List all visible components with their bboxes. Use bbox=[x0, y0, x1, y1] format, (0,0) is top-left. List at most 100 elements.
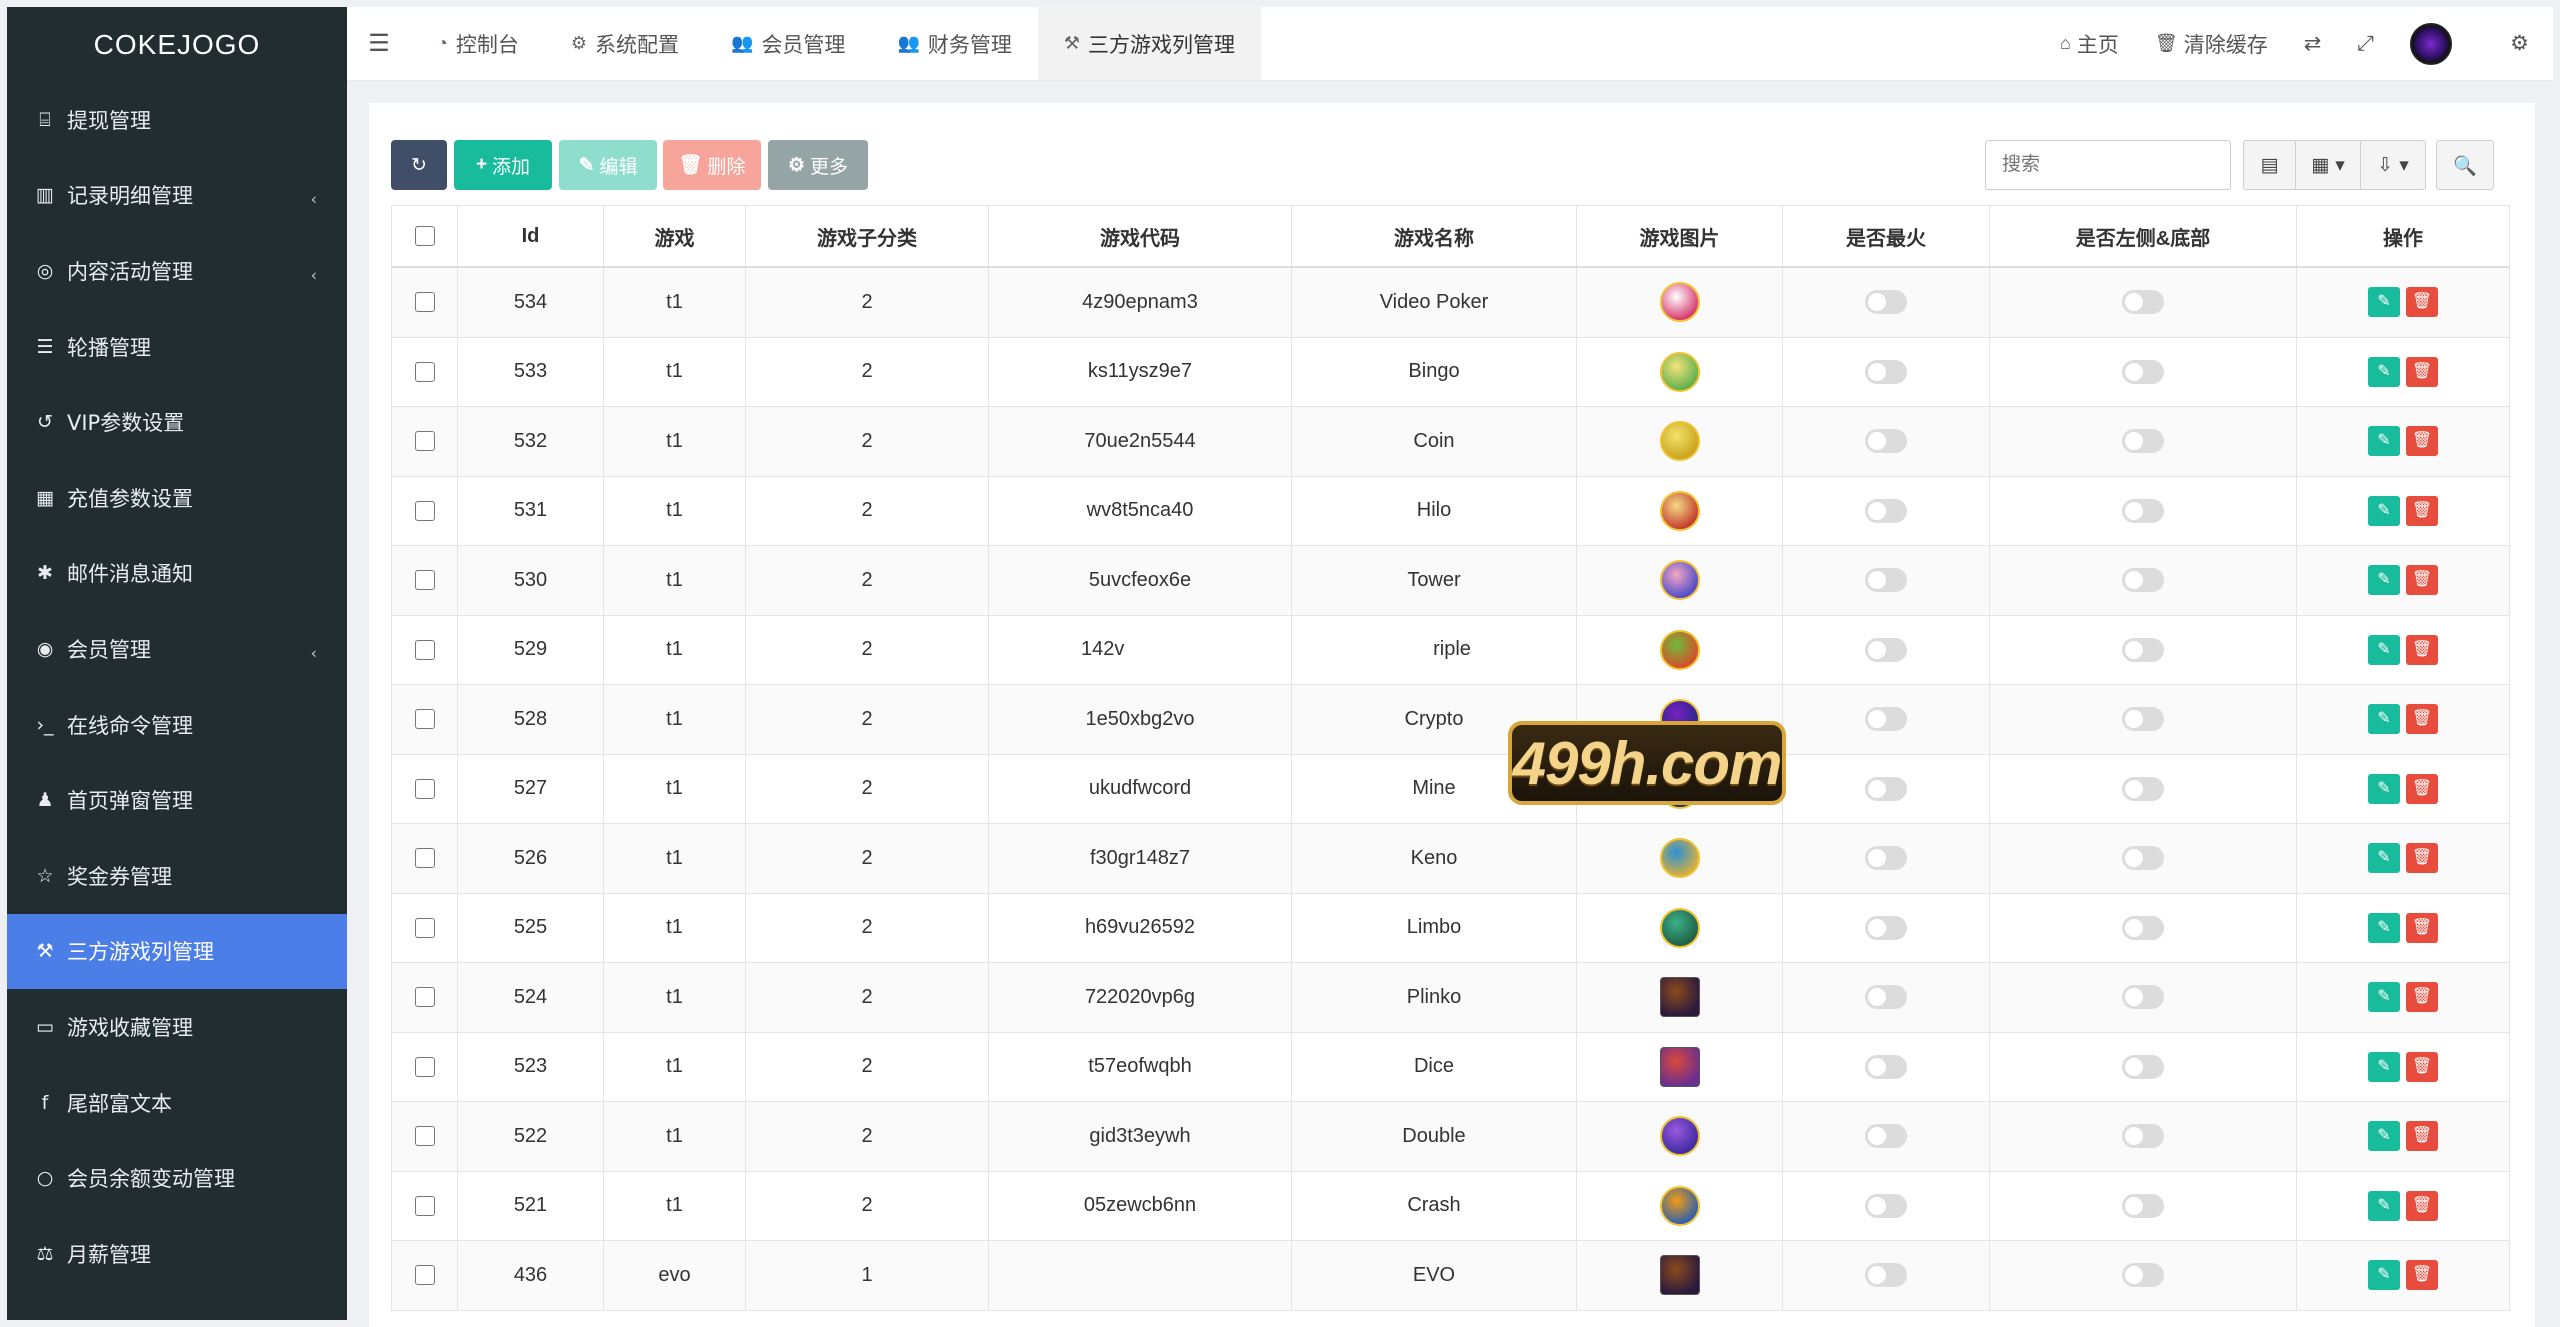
row-delete-button[interactable]: 🗑 bbox=[2406, 287, 2438, 318]
row-delete-button[interactable]: 🗑 bbox=[2406, 1051, 2438, 1082]
game-thumbnail[interactable] bbox=[1659, 907, 1700, 948]
side-toggle[interactable] bbox=[2122, 776, 2164, 801]
row-delete-button[interactable]: 🗑 bbox=[2406, 1190, 2438, 1221]
sidebar-item-3[interactable]: ☰ 轮播管理 bbox=[7, 309, 347, 385]
table-row[interactable]: 534 t1 2 4z90epnam3 Video Poker ✎ 🗑 bbox=[391, 266, 2510, 338]
column-header[interactable]: 是否最火 bbox=[1782, 205, 1990, 268]
side-toggle[interactable] bbox=[2122, 915, 2164, 940]
add-button[interactable]: + 添加 bbox=[454, 140, 552, 190]
table-row[interactable]: 436 evo 1 EVO ✎ 🗑 bbox=[391, 1240, 2510, 1311]
row-delete-button[interactable]: 🗑 bbox=[2406, 356, 2438, 387]
row-checkbox[interactable] bbox=[414, 639, 435, 660]
home-link[interactable]: ⌂ 主页 bbox=[2042, 29, 2137, 59]
sidebar-item-5[interactable]: ▦ 充值参数设置 bbox=[7, 460, 347, 536]
row-checkbox[interactable] bbox=[414, 431, 435, 452]
hot-toggle[interactable] bbox=[1865, 290, 1907, 315]
side-toggle[interactable] bbox=[2122, 846, 2164, 871]
row-delete-button[interactable]: 🗑 bbox=[2406, 426, 2438, 457]
clear-cache-link[interactable]: 🗑 清除缓存 bbox=[2137, 29, 2286, 59]
game-thumbnail[interactable] bbox=[1659, 282, 1700, 323]
sidebar-item-0[interactable]: ⌸ 提现管理 bbox=[7, 82, 347, 158]
hot-toggle[interactable] bbox=[1865, 846, 1907, 871]
row-checkbox[interactable] bbox=[414, 848, 435, 869]
sidebar-item-8[interactable]: ›_ 在线命令管理 bbox=[7, 687, 347, 763]
game-thumbnail[interactable] bbox=[1659, 1116, 1700, 1157]
side-toggle[interactable] bbox=[2122, 637, 2164, 662]
row-edit-button[interactable]: ✎ bbox=[2368, 773, 2400, 804]
row-delete-button[interactable]: 🗑 bbox=[2406, 495, 2438, 526]
hot-toggle[interactable] bbox=[1865, 498, 1907, 523]
row-checkbox[interactable] bbox=[414, 361, 435, 382]
side-toggle[interactable] bbox=[2122, 1263, 2164, 1288]
sidebar-item-2[interactable]: ◎ 内容活动管理 ‹ bbox=[7, 233, 347, 309]
sidebar-item-7[interactable]: ◉ 会员管理 ‹ bbox=[7, 611, 347, 687]
row-edit-button[interactable]: ✎ bbox=[2368, 982, 2400, 1013]
game-thumbnail[interactable] bbox=[1659, 490, 1700, 531]
sidebar-item-4[interactable]: ↺ VIP参数设置 bbox=[7, 384, 347, 460]
sidebar-item-15[interactable]: ⚖ 月薪管理 bbox=[7, 1216, 347, 1292]
row-edit-button[interactable]: ✎ bbox=[2368, 912, 2400, 943]
row-checkbox[interactable] bbox=[414, 917, 435, 938]
hot-toggle[interactable] bbox=[1865, 429, 1907, 454]
column-header[interactable]: 游戏子分类 bbox=[745, 205, 989, 268]
advanced-search-button[interactable]: 🔍 bbox=[2436, 140, 2494, 190]
row-checkbox[interactable] bbox=[414, 778, 435, 799]
row-delete-button[interactable]: 🗑 bbox=[2406, 982, 2438, 1013]
sidebar-item-14[interactable]: ○ 会员余额变动管理 bbox=[7, 1140, 347, 1216]
row-edit-button[interactable]: ✎ bbox=[2368, 1260, 2400, 1291]
hot-toggle[interactable] bbox=[1865, 707, 1907, 732]
game-thumbnail[interactable] bbox=[1659, 351, 1700, 392]
row-checkbox[interactable] bbox=[414, 709, 435, 730]
column-header[interactable]: Id bbox=[457, 205, 604, 268]
column-header[interactable]: 游戏代码 bbox=[988, 205, 1292, 268]
row-checkbox[interactable] bbox=[414, 1195, 435, 1216]
side-toggle[interactable] bbox=[2122, 568, 2164, 593]
row-edit-button[interactable]: ✎ bbox=[2368, 634, 2400, 665]
side-toggle[interactable] bbox=[2122, 498, 2164, 523]
tab-0[interactable]: ◔ 控制台 bbox=[411, 7, 545, 80]
sidebar-item-11[interactable]: ⚒ 三方游戏列管理 bbox=[7, 913, 347, 990]
row-delete-button[interactable]: 🗑 bbox=[2406, 843, 2438, 874]
table-row[interactable]: 526 t1 2 f30gr148z7 Keno ✎ 🗑 bbox=[391, 823, 2510, 894]
row-edit-button[interactable]: ✎ bbox=[2368, 356, 2400, 387]
side-toggle[interactable] bbox=[2122, 1193, 2164, 1218]
column-header[interactable]: 游戏名称 bbox=[1291, 205, 1577, 268]
row-edit-button[interactable]: ✎ bbox=[2368, 426, 2400, 457]
avatar[interactable] bbox=[2410, 22, 2453, 65]
tab-4[interactable]: ⚒ 三方游戏列管理 bbox=[1037, 7, 1261, 80]
refresh-button[interactable]: ↻ bbox=[391, 140, 447, 190]
game-thumbnail[interactable] bbox=[1659, 421, 1700, 462]
row-edit-button[interactable]: ✎ bbox=[2368, 843, 2400, 874]
row-delete-button[interactable]: 🗑 bbox=[2406, 565, 2438, 596]
side-toggle[interactable] bbox=[2122, 1124, 2164, 1149]
hot-toggle[interactable] bbox=[1865, 1193, 1907, 1218]
row-checkbox[interactable] bbox=[414, 570, 435, 591]
row-edit-button[interactable]: ✎ bbox=[2368, 1190, 2400, 1221]
column-header[interactable]: 操作 bbox=[2296, 205, 2510, 268]
side-toggle[interactable] bbox=[2122, 290, 2164, 315]
table-row[interactable]: 528 t1 2 1e50xbg2vo Crypto ✎ 🗑 bbox=[391, 684, 2510, 755]
sidebar-item-6[interactable]: ✱ 邮件消息通知 bbox=[7, 536, 347, 612]
tab-2[interactable]: 👥 会员管理 bbox=[705, 7, 871, 80]
row-checkbox[interactable] bbox=[414, 292, 435, 313]
table-row[interactable]: 522 t1 2 gid3t3eywh Double ✎ 🗑 bbox=[391, 1101, 2510, 1172]
sidebar-item-1[interactable]: ▥ 记录明细管理 ‹ bbox=[7, 158, 347, 234]
hot-toggle[interactable] bbox=[1865, 985, 1907, 1010]
row-edit-button[interactable]: ✎ bbox=[2368, 495, 2400, 526]
row-checkbox[interactable] bbox=[414, 500, 435, 521]
side-toggle[interactable] bbox=[2122, 707, 2164, 732]
hot-toggle[interactable] bbox=[1865, 776, 1907, 801]
columns-dropdown[interactable]: ▦ ▾ bbox=[2295, 140, 2361, 190]
hot-toggle[interactable] bbox=[1865, 1124, 1907, 1149]
table-row[interactable]: 531 t1 2 wv8t5nca40 Hilo ✎ 🗑 bbox=[391, 475, 2510, 546]
row-delete-button[interactable]: 🗑 bbox=[2406, 634, 2438, 665]
row-edit-button[interactable]: ✎ bbox=[2368, 704, 2400, 735]
row-edit-button[interactable]: ✎ bbox=[2368, 287, 2400, 318]
tab-3[interactable]: 👥 财务管理 bbox=[871, 7, 1037, 80]
sidebar-item-12[interactable]: ▭ 游戏收藏管理 bbox=[7, 989, 347, 1065]
brand-logo[interactable]: COKEJOGO bbox=[7, 7, 347, 82]
delete-button[interactable]: 🗑 删除 bbox=[663, 140, 761, 190]
sidebar-toggle-icon[interactable]: ☰ bbox=[347, 29, 411, 58]
sidebar-item-10[interactable]: ☆ 奖金券管理 bbox=[7, 838, 347, 914]
table-row[interactable]: 527 t1 2 ukudfwcord Mine ✎ 🗑 bbox=[391, 753, 2510, 824]
